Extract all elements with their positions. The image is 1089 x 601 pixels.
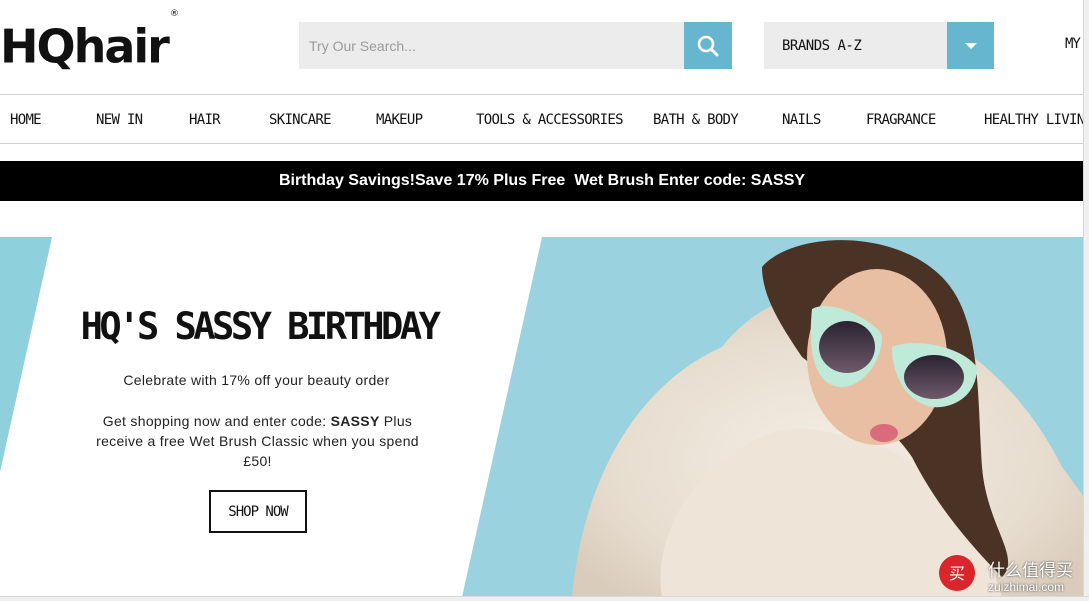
nav-item-fragrance[interactable]: FRAGRANCE	[866, 112, 936, 128]
brands-label: BRANDS A-Z	[782, 37, 862, 54]
brands-dropdown-toggle[interactable]	[947, 22, 994, 69]
hqhair-logo[interactable]: HQhair®	[0, 9, 179, 74]
nav-item-healthy-living[interactable]: HEALTHY LIVING	[984, 112, 1089, 128]
nav-item-tools-accessories[interactable]: TOOLS & ACCESSORIES	[476, 112, 624, 128]
promo-banner[interactable]: Birthday Savings!Save 17% Plus Free Wet …	[0, 161, 1084, 201]
watermark-text: 什么值得买	[988, 561, 1073, 581]
nav-item-makeup[interactable]: MAKEUP	[376, 112, 423, 128]
nav-item-home[interactable]: HOME	[10, 112, 42, 128]
search-button[interactable]	[684, 22, 732, 69]
logo-text: HQhair	[0, 19, 170, 74]
hero-body-text: Get shopping now and enter code: SASSY P…	[80, 411, 435, 471]
hero-body-intro: Get shopping now and enter code:	[102, 413, 331, 429]
main-navigation: HOME NEW IN HAIR SKINCARE MAKEUP TOOLS &…	[0, 94, 1089, 144]
my-account-link[interactable]: MY	[1065, 36, 1081, 52]
hero-title: HQ'S SASSY BIRTHDAY	[80, 305, 441, 348]
brands-dropdown[interactable]: BRANDS A-Z	[764, 22, 947, 69]
shop-now-button[interactable]: SHOP NOW	[209, 490, 307, 533]
registered-mark: ®	[169, 9, 179, 19]
nav-item-skincare[interactable]: SKINCARE	[269, 112, 332, 128]
promo-code: SASSY	[330, 413, 380, 429]
nav-item-bath-body[interactable]: BATH & BODY	[653, 112, 739, 128]
hero-model-image[interactable]	[462, 237, 1084, 597]
nav-item-new-in[interactable]: NEW IN	[96, 112, 143, 128]
search-icon	[697, 35, 719, 56]
nav-item-nails[interactable]: NAILS	[782, 112, 821, 128]
window-frame-bottom	[0, 596, 1089, 601]
search-input[interactable]	[299, 22, 684, 69]
nav-item-hair[interactable]: HAIR	[189, 112, 221, 128]
watermark-url: zuizhimai.com	[988, 580, 1065, 594]
hero-subtitle: Celebrate with 17% off your beauty order	[123, 372, 390, 388]
svg-text:买: 买	[949, 564, 965, 583]
window-frame-right	[1083, 0, 1089, 601]
chevron-down-icon	[964, 42, 977, 49]
promo-text: Birthday Savings!Save 17% Plus Free Wet …	[278, 172, 806, 189]
hero-decorative-stripe	[0, 237, 52, 472]
